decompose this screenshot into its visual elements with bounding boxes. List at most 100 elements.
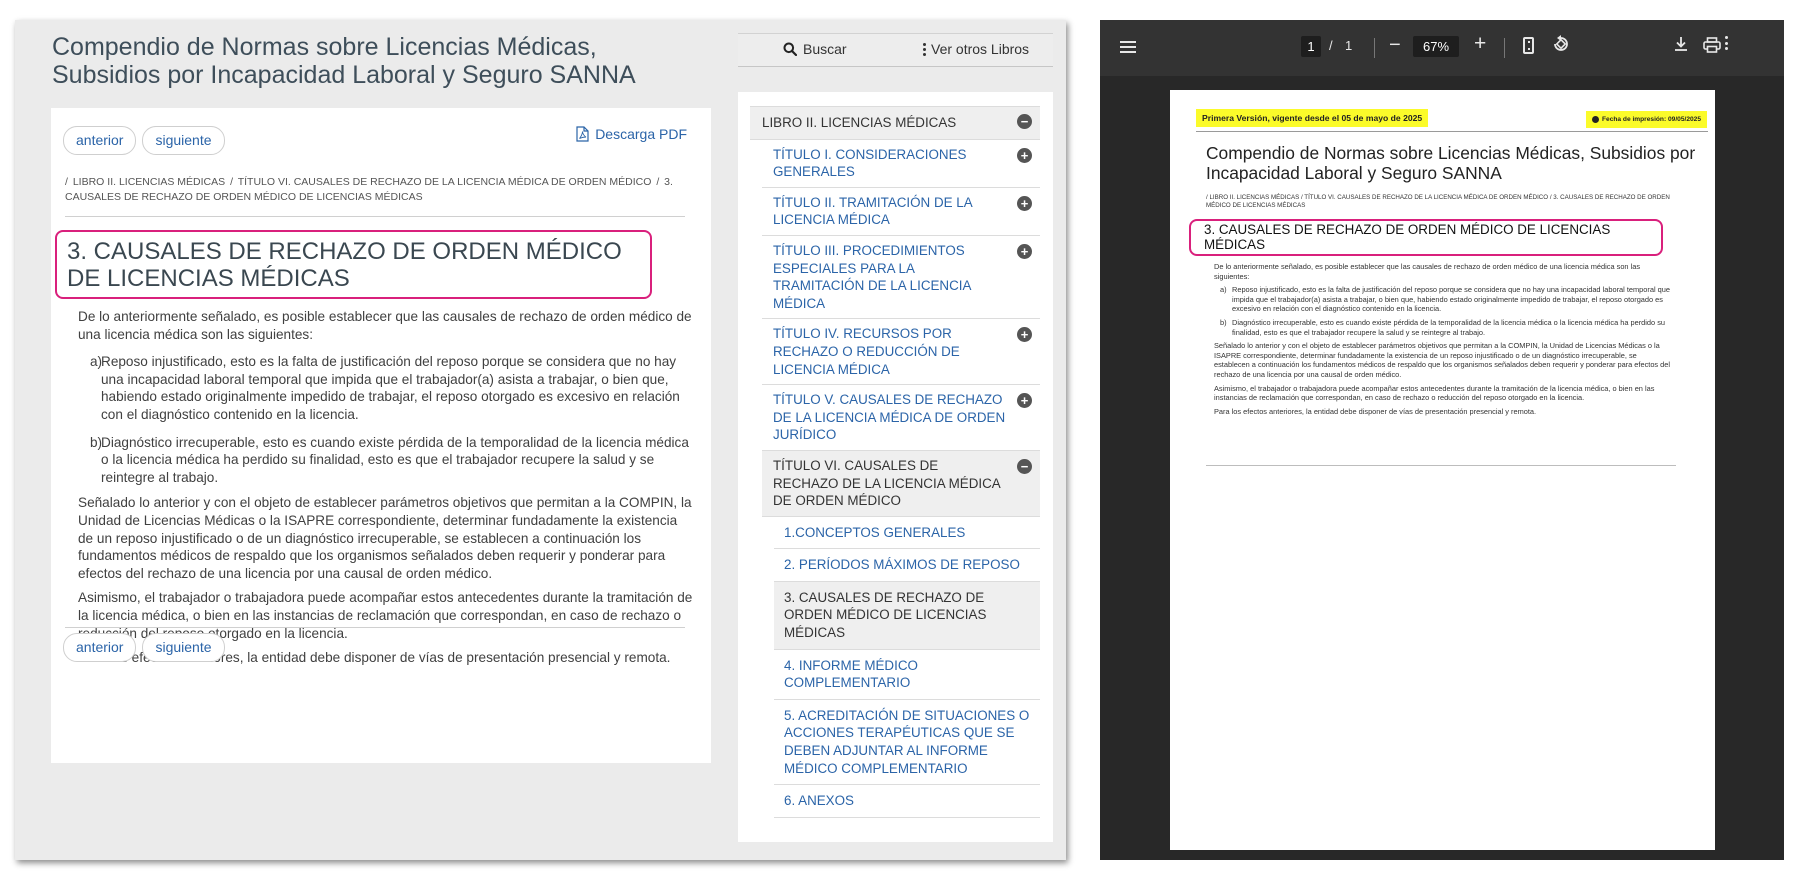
pdf-intro: De lo anteriormente señalado, es posible… — [1214, 262, 1641, 281]
menu-icon[interactable] — [1120, 41, 1136, 53]
download-icon[interactable] — [1673, 35, 1689, 53]
list-marker: b) — [90, 434, 103, 450]
pdf-paragraph: Para los efectos anteriores, la entidad … — [1214, 406, 1537, 416]
web-page-panel: Compendio de Normas sobre Licencias Médi… — [15, 20, 1066, 860]
pdf-breadcrumb-item: TÍTULO VI. CAUSALES DE RECHAZO DE LA LIC… — [1304, 194, 1549, 201]
pdf-heading-highlight: 3. CAUSALES DE RECHAZO DE ORDEN MÉDICO D… — [1189, 219, 1663, 256]
toc-panel: LIBRO II. LICENCIAS MÉDICAS − TÍTULO I. … — [738, 92, 1053, 842]
article-intro: De lo anteriormente señalado, es posible… — [78, 309, 692, 342]
pdf-print-date: Fecha de impresión: 09/05/2025 — [1586, 111, 1707, 128]
toc-sub-2[interactable]: 2. PERÍODOS MÁXIMOS DE REPOSO — [774, 549, 1040, 582]
prev-button[interactable]: anterior — [63, 126, 137, 155]
page-total: 1 — [1345, 38, 1353, 53]
list-text: Reposo injustificado, esto es la falta d… — [101, 354, 680, 422]
toc-title-label: TÍTULO IV. RECURSOS POR RECHAZO O REDUCC… — [773, 326, 960, 377]
pdf-viewer: 1 / 1 − 67% + Primera Versión, vigente d… — [1100, 20, 1784, 860]
expand-icon[interactable]: + — [1017, 243, 1032, 259]
toc-sub-1[interactable]: 1.CONCEPTOS GENERALES — [774, 517, 1040, 550]
toc-title-label: TÍTULO II. TRAMITACIÓN DE LA LICENCIA MÉ… — [773, 194, 972, 228]
heading-highlight: 3. CAUSALES DE RECHAZO DE ORDEN MÉDICO D… — [55, 230, 652, 299]
list-marker: a) — [90, 354, 103, 370]
toc-title-2[interactable]: TÍTULO II. TRAMITACIÓN DE LA LICENCIA MÉ… — [762, 188, 1040, 236]
other-books-label: Ver otros Libros — [931, 41, 1030, 57]
pdf-paragraph: Señalado lo anterior y con el objeto de … — [1214, 341, 1671, 379]
pdf-breadcrumb-item: LIBRO II. LICENCIAS MÉDICAS — [1209, 194, 1300, 201]
breadcrumb-item[interactable]: TÍTULO VI. CAUSALES DE RECHAZO DE LA LIC… — [238, 176, 652, 188]
pdf-paragraph: Asimismo, el trabajador o trabajadora pu… — [1214, 383, 1655, 403]
toc-title-label: TÍTULO I. CONSIDERACIONES GENERALES — [773, 146, 967, 180]
toc-title-1[interactable]: TÍTULO I. CONSIDERACIONES GENERALES + — [762, 140, 1040, 188]
toolbar-divider — [1374, 38, 1375, 58]
pdf-file-icon — [576, 126, 589, 142]
pdf-list-text: Diagnóstico irrecuperable, esto es cuand… — [1232, 317, 1666, 337]
divider — [65, 216, 685, 217]
divider — [65, 627, 685, 628]
pdf-divider — [1196, 131, 1708, 132]
toc-sub-6[interactable]: 6. ANEXOS — [774, 785, 1040, 818]
pdf-heading: 3. CAUSALES DE RECHAZO DE ORDEN MÉDICO D… — [1204, 222, 1611, 252]
expand-icon[interactable]: + — [1017, 327, 1032, 343]
toolbar-divider — [1504, 38, 1505, 58]
toc-title-6[interactable]: TÍTULO VI. CAUSALES DE RECHAZO DE LA LIC… — [762, 450, 1040, 517]
pdf-page: Primera Versión, vigente desde el 05 de … — [1170, 90, 1715, 850]
article-card: anterior siguiente Descarga PDF / LIBRO … — [51, 108, 711, 763]
collapse-icon[interactable]: − — [1017, 114, 1032, 129]
site-title: Compendio de Normas sobre Licencias Médi… — [52, 33, 636, 89]
toc-title-4[interactable]: TÍTULO IV. RECURSOS POR RECHAZO O REDUCC… — [762, 319, 1040, 386]
top-actions-bar: Buscar Ver otros Libros — [738, 33, 1053, 67]
pdf-version-badge: Primera Versión, vigente desde el 05 de … — [1196, 109, 1429, 127]
pdf-divider — [1206, 465, 1676, 466]
pdf-list-item: a) Reposo injustificado, esto es la falt… — [1220, 285, 1674, 314]
pdf-download-link[interactable]: Descarga PDF — [576, 126, 687, 142]
print-icon[interactable] — [1703, 37, 1721, 53]
info-icon — [1592, 116, 1600, 123]
list-item: b) Diagnóstico irrecuperable, esto es cu… — [90, 434, 693, 487]
expand-icon[interactable]: + — [1017, 393, 1032, 409]
breadcrumb-item[interactable]: LIBRO II. LICENCIAS MÉDICAS — [73, 176, 225, 188]
rotate-icon[interactable] — [1551, 34, 1571, 54]
prev-button[interactable]: anterior — [63, 633, 137, 662]
toc-title-5[interactable]: TÍTULO V. CAUSALES DE RECHAZO DE LA LICE… — [762, 385, 1040, 451]
top-pagination: anterior siguiente — [63, 126, 225, 155]
expand-icon[interactable]: + — [1017, 195, 1032, 211]
viewer-toolbar: 1 / 1 − 67% + — [1100, 20, 1784, 76]
table-of-contents: LIBRO II. LICENCIAS MÉDICAS − TÍTULO I. … — [750, 106, 1040, 818]
collapse-icon[interactable]: − — [1017, 458, 1032, 474]
toc-title-3[interactable]: TÍTULO III. PROCEDIMIENTOS ESPECIALES PA… — [762, 236, 1040, 320]
zoom-out-icon[interactable]: − — [1389, 34, 1401, 57]
next-button[interactable]: siguiente — [142, 126, 225, 155]
page-number-input[interactable]: 1 — [1301, 36, 1321, 57]
toc-sub-5[interactable]: 5. ACREDITACIÓN DE SITUACIONES O ACCIONE… — [774, 700, 1040, 786]
zoom-in-icon[interactable]: + — [1474, 32, 1486, 56]
toc-book[interactable]: LIBRO II. LICENCIAS MÉDICAS − — [750, 106, 1040, 140]
search-label: Buscar — [803, 41, 847, 57]
list-text: Diagnóstico irrecuperable, esto es cuand… — [101, 434, 689, 485]
pdf-breadcrumb: / LIBRO II. LICENCIAS MÉDICAS / TÍTULO V… — [1206, 194, 1670, 209]
article-heading: 3. CAUSALES DE RECHAZO DE ORDEN MÉDICO D… — [67, 238, 622, 292]
pdf-list-text: Reposo injustificado, esto es la falta d… — [1232, 285, 1670, 314]
article-body: De lo anteriormente señalado, es posible… — [78, 308, 693, 674]
pdf-download-label: Descarga PDF — [595, 126, 687, 142]
fit-page-icon[interactable] — [1523, 37, 1534, 54]
pdf-list-item: b) Diagnóstico irrecuperable, esto es cu… — [1220, 318, 1674, 337]
page-separator: / — [1329, 38, 1333, 53]
toc-title-label: TÍTULO III. PROCEDIMIENTOS ESPECIALES PA… — [773, 242, 971, 311]
expand-icon[interactable]: + — [1017, 147, 1032, 163]
list-item: a) Reposo injustificado, esto es la falt… — [90, 353, 693, 423]
zoom-level-input[interactable]: 67% — [1413, 36, 1459, 57]
other-books-button[interactable]: Ver otros Libros — [923, 41, 1029, 57]
search-icon — [783, 42, 797, 56]
pdf-title: Compendio de Normas sobre Licencias Médi… — [1206, 143, 1696, 183]
breadcrumb: / LIBRO II. LICENCIAS MÉDICAS / TÍTULO V… — [65, 176, 673, 203]
search-button[interactable]: Buscar — [783, 41, 847, 57]
pdf-body: De lo anteriormente señalado, es posible… — [1214, 262, 1674, 420]
bottom-pagination: anterior siguiente — [63, 633, 225, 662]
paragraph: Señalado lo anterior y con el objeto de … — [78, 495, 692, 581]
toc-title-label: TÍTULO V. CAUSALES DE RECHAZO DE LA LICE… — [773, 392, 1006, 443]
pdf-list-marker: a) — [1220, 285, 1227, 295]
next-button[interactable]: siguiente — [142, 633, 225, 662]
toc-sub-4[interactable]: 4. INFORME MÉDICO COMPLEMENTARIO — [774, 650, 1040, 700]
more-options-icon[interactable] — [1725, 36, 1728, 50]
toc-book-label: LIBRO II. LICENCIAS MÉDICAS — [762, 115, 957, 130]
toc-sub-3-active[interactable]: 3. CAUSALES DE RECHAZO DE ORDEN MÉDICO D… — [774, 581, 1040, 650]
